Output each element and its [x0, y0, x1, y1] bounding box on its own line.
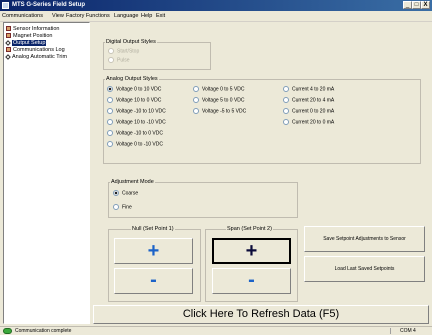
menu-communications[interactable]: Communications	[2, 12, 43, 20]
refresh-data-button[interactable]: Click Here To Refresh Data (F5)	[93, 305, 429, 324]
minimize-button[interactable]: _	[403, 1, 412, 9]
maximize-button[interactable]: □	[412, 1, 421, 9]
status-bar: Communication complete COM 4	[0, 326, 432, 335]
radio-current-20-0[interactable]: Current 20 to 0 mA	[283, 119, 334, 125]
sidebar-item-sensor-information[interactable]: Sensor Information	[6, 26, 59, 33]
radio-voltage-0-5[interactable]: Voltage 0 to 5 VDC	[193, 86, 245, 92]
navigation-tree: Sensor Information Magnet Position Outpu…	[3, 22, 90, 324]
radio-current-20-4[interactable]: Current 20 to 4 mA	[283, 97, 334, 103]
magnet-icon	[6, 33, 11, 39]
sidebar-item-output-setup[interactable]: Output Setup	[5, 39, 47, 47]
menu-exit[interactable]: Exit	[156, 12, 165, 20]
null-decrease-button[interactable]: -	[114, 268, 193, 294]
null-increase-button[interactable]: +	[114, 238, 193, 264]
menu-factory-functions[interactable]: Factory Functions	[66, 12, 110, 20]
pen-icon	[5, 53, 11, 60]
radio-voltage-neg10-10[interactable]: Voltage -10 to 10 VDC	[107, 108, 166, 114]
sidebar-item-communications-log[interactable]: Communications Log	[6, 47, 65, 54]
log-icon	[6, 47, 11, 53]
digital-output-group	[103, 42, 211, 70]
close-button[interactable]: X	[421, 1, 430, 9]
span-decrease-button[interactable]: -	[212, 268, 291, 294]
title-bar: MTS G-Series Field Setup _ □ X	[0, 0, 432, 11]
sidebar-item-analog-automatic-trim[interactable]: Analog Automatic Trim	[5, 53, 67, 61]
null-setpoint-title: Null (Set Point 1)	[131, 226, 175, 232]
menu-bar: Communications View Factory Functions La…	[0, 11, 432, 22]
adjustment-mode-group	[108, 182, 298, 218]
analog-output-title: Analog Output Styles	[105, 76, 159, 82]
radio-voltage-neg10-0[interactable]: Voltage -10 to 0 VDC	[107, 130, 163, 136]
radio-fine[interactable]: Fine	[113, 204, 132, 210]
status-text: Communication complete	[15, 328, 72, 334]
sidebar-item-magnet-position[interactable]: Magnet Position	[6, 33, 52, 40]
radio-start-stop[interactable]: Start/Stop	[108, 48, 139, 54]
radio-voltage-neg5-5[interactable]: Voltage -5 to 5 VDC	[193, 108, 246, 114]
radio-coarse[interactable]: Coarse	[113, 190, 138, 196]
radio-current-4-20[interactable]: Current 4 to 20 mA	[283, 86, 334, 92]
span-increase-button[interactable]: +	[212, 238, 291, 264]
digital-output-title: Digital Output Styles	[105, 39, 157, 45]
radio-voltage-10-0[interactable]: Voltage 10 to 0 VDC	[107, 97, 161, 103]
menu-view[interactable]: View	[52, 12, 64, 20]
radio-pulse[interactable]: Pulse	[108, 57, 130, 63]
menu-language[interactable]: Language	[114, 12, 138, 20]
connection-status-icon	[3, 328, 12, 334]
save-setpoints-button[interactable]: Save Setpoint Adjustments to Sensor	[304, 226, 425, 252]
status-separator	[390, 328, 391, 334]
radio-voltage-5-0[interactable]: Voltage 5 to 0 VDC	[193, 97, 245, 103]
window-title: MTS G-Series Field Setup	[12, 2, 86, 8]
radio-voltage-0-neg10[interactable]: Voltage 0 to -10 VDC	[107, 141, 163, 147]
menu-help[interactable]: Help	[141, 12, 152, 20]
com-port: COM 4	[400, 328, 416, 334]
load-setpoints-button[interactable]: Load Last Saved Setpoints	[304, 256, 425, 282]
radio-voltage-10-neg10[interactable]: Voltage 10 to -10 VDC	[107, 119, 166, 125]
sensor-icon	[6, 26, 11, 32]
radio-current-0-20[interactable]: Current 0 to 20 mA	[283, 108, 334, 114]
pen-icon	[5, 39, 11, 46]
span-setpoint-title: Span (Set Point 2)	[226, 226, 273, 232]
radio-voltage-0-10[interactable]: Voltage 0 to 10 VDC	[107, 86, 161, 92]
adjustment-mode-title: Adjustment Mode	[110, 179, 155, 185]
app-icon	[2, 2, 9, 9]
